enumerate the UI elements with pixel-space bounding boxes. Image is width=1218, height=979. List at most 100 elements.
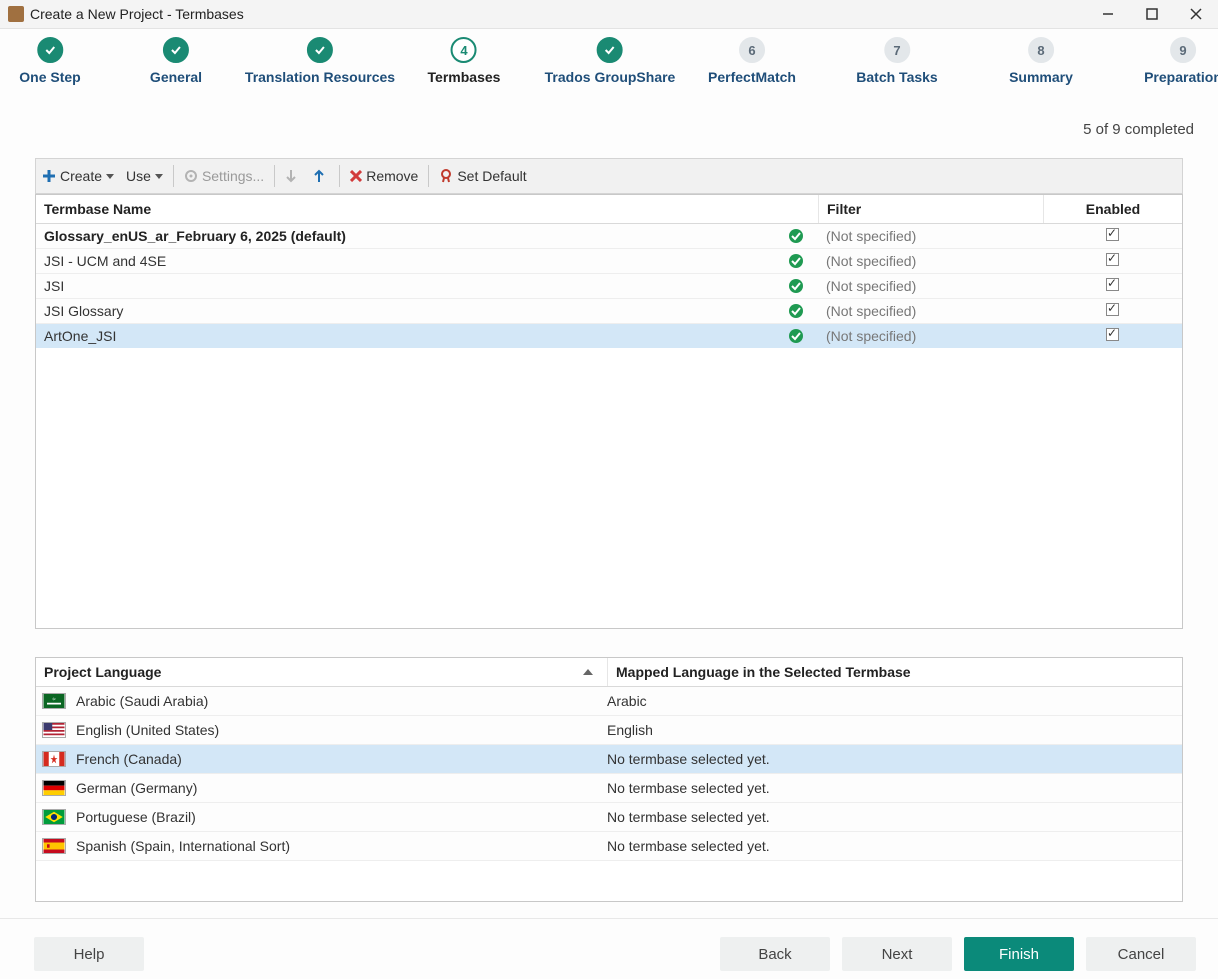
language-grid-header: Project Language Mapped Language in the …: [36, 658, 1182, 687]
help-button[interactable]: Help: [34, 937, 144, 971]
flag-icon: [42, 780, 66, 796]
mapped-language-cell: No termbase selected yet.: [597, 780, 1182, 796]
col-header-project-language[interactable]: Project Language: [36, 658, 608, 686]
maximize-button[interactable]: [1130, 0, 1174, 28]
project-language-cell: ﷻArabic (Saudi Arabia): [36, 693, 597, 709]
enabled-cell: [1042, 275, 1182, 297]
step-number: 4: [451, 37, 477, 63]
step-number: 6: [739, 37, 765, 63]
wizard-step[interactable]: General: [150, 33, 202, 85]
step-number: 7: [884, 37, 910, 63]
settings-button[interactable]: Settings...: [178, 159, 270, 193]
check-icon: [163, 37, 189, 63]
language-row[interactable]: French (Canada)No termbase selected yet.: [36, 745, 1182, 774]
project-language-cell: Spanish (Spain, International Sort): [36, 838, 597, 854]
step-label: PerfectMatch: [708, 69, 796, 85]
enabled-cell: [1042, 250, 1182, 272]
close-button[interactable]: [1174, 0, 1218, 28]
wizard-step[interactable]: 9Preparation: [1144, 33, 1218, 85]
wizard-step[interactable]: 4 Termbases: [428, 33, 501, 85]
termbase-row[interactable]: JSI(Not specified): [36, 274, 1182, 299]
termbase-grid-empty-area: [36, 348, 1182, 628]
flag-icon: [42, 809, 66, 825]
use-label: Use: [126, 168, 151, 184]
enabled-checkbox[interactable]: [1106, 278, 1119, 291]
termbase-name: JSI Glossary: [44, 303, 123, 319]
termbase-row[interactable]: JSI Glossary (Not specified): [36, 299, 1182, 324]
next-button[interactable]: Next: [842, 937, 952, 971]
enabled-checkbox[interactable]: [1106, 328, 1119, 341]
wizard-step[interactable]: Trados GroupShare: [545, 33, 676, 85]
toolbar-separator: [173, 165, 174, 187]
termbase-row[interactable]: ArtOne_JSI(Not specified): [36, 324, 1182, 348]
wizard-step[interactable]: Translation Resources: [245, 33, 395, 85]
set-default-label: Set Default: [457, 168, 526, 184]
project-language-name: Spanish (Spain, International Sort): [76, 838, 290, 854]
create-button[interactable]: Create: [36, 159, 120, 193]
termbase-name: JSI - UCM and 4SE: [44, 253, 166, 269]
step-label: Trados GroupShare: [545, 69, 676, 85]
window-title: Create a New Project - Termbases: [30, 6, 244, 22]
x-icon: [350, 170, 362, 182]
termbase-name-cell: JSI Glossary: [36, 303, 818, 319]
cancel-button[interactable]: Cancel: [1086, 937, 1196, 971]
language-row[interactable]: Portuguese (Brazil)No termbase selected …: [36, 803, 1182, 832]
ribbon-icon: [439, 169, 453, 183]
remove-label: Remove: [366, 168, 418, 184]
flag-icon: ﷻ: [42, 693, 66, 709]
termbase-row[interactable]: JSI - UCM and 4SE(Not specified): [36, 249, 1182, 274]
enabled-checkbox[interactable]: [1106, 228, 1119, 241]
move-down-button[interactable]: [279, 159, 307, 193]
col-header-enabled[interactable]: Enabled: [1044, 195, 1182, 223]
step-number: 8: [1028, 37, 1054, 63]
project-language-cell: English (United States): [36, 722, 597, 738]
step-label: One Step: [19, 69, 80, 85]
check-icon: [597, 37, 623, 63]
wizard-step[interactable]: 6 PerfectMatch: [708, 33, 796, 85]
language-row[interactable]: Spanish (Spain, International Sort)No te…: [36, 832, 1182, 861]
col-header-name[interactable]: Termbase Name: [36, 195, 819, 223]
termbase-grid-header: Termbase Name Filter Enabled: [36, 195, 1182, 224]
move-up-button[interactable]: [307, 159, 335, 193]
wizard-step[interactable]: 7Batch Tasks: [856, 33, 937, 85]
minimize-button[interactable]: [1086, 0, 1130, 28]
wizard-step[interactable]: 8 Summary: [1009, 33, 1073, 85]
check-circle-icon: [788, 303, 804, 319]
termbase-row[interactable]: Glossary_enUS_ar_February 6, 2025 (defau…: [36, 224, 1182, 249]
col-header-filter[interactable]: Filter: [819, 195, 1044, 223]
chevron-down-icon: [155, 174, 163, 179]
step-label: Summary: [1009, 69, 1073, 85]
language-row[interactable]: English (United States)English: [36, 716, 1182, 745]
termbase-grid: Termbase Name Filter Enabled Glossary_en…: [35, 194, 1183, 629]
enabled-checkbox[interactable]: [1106, 253, 1119, 266]
toolbar-separator: [339, 165, 340, 187]
language-row[interactable]: ﷻArabic (Saudi Arabia)Arabic: [36, 687, 1182, 716]
flag-icon: [42, 838, 66, 854]
project-language-name: English (United States): [76, 722, 219, 738]
filter-cell: (Not specified): [818, 328, 1042, 344]
project-language-name: Portuguese (Brazil): [76, 809, 196, 825]
finish-button[interactable]: Finish: [964, 937, 1074, 971]
toolbar-separator: [274, 165, 275, 187]
language-row[interactable]: German (Germany)No termbase selected yet…: [36, 774, 1182, 803]
back-button[interactable]: Back: [720, 937, 830, 971]
enabled-checkbox[interactable]: [1106, 303, 1119, 316]
project-language-cell: Portuguese (Brazil): [36, 809, 597, 825]
app-icon: [8, 6, 24, 22]
settings-label: Settings...: [202, 168, 264, 184]
svg-text:ﷻ: ﷻ: [52, 697, 56, 701]
project-language-cell: French (Canada): [36, 751, 597, 767]
filter-cell: (Not specified): [818, 228, 1042, 244]
filter-cell: (Not specified): [818, 303, 1042, 319]
check-icon: [37, 37, 63, 63]
remove-button[interactable]: Remove: [344, 159, 424, 193]
wizard-step[interactable]: One Step: [19, 33, 80, 85]
step-label: Termbases: [428, 69, 501, 85]
termbase-name-cell: ArtOne_JSI: [36, 328, 818, 344]
wizard-steps: One Step General Translation Resources 4 Ter…: [0, 33, 1218, 97]
completed-count: 5 of 9 completed: [0, 121, 1194, 138]
col-header-mapped-language[interactable]: Mapped Language in the Selected Termbase: [608, 658, 1182, 686]
use-button[interactable]: Use: [120, 159, 169, 193]
enabled-cell: [1042, 325, 1182, 347]
set-default-button[interactable]: Set Default: [433, 159, 532, 193]
